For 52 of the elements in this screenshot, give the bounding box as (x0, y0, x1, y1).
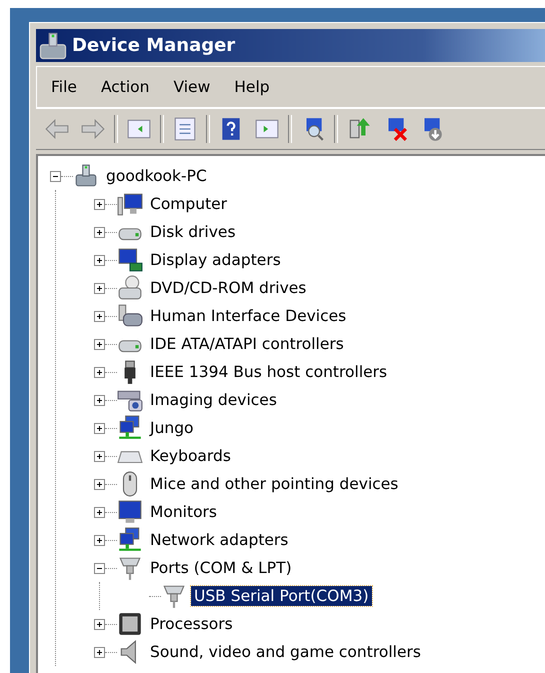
tree-item[interactable]: Processors (147, 614, 236, 634)
tree-item[interactable]: USB Serial Port(COM3) (191, 586, 372, 606)
expand-toggle[interactable] (94, 310, 105, 322)
expand-toggle[interactable] (94, 450, 105, 462)
expand-toggle[interactable] (94, 394, 105, 406)
window-title: Device Manager (72, 35, 236, 56)
expand-toggle[interactable] (94, 618, 105, 630)
expand-toggle[interactable] (94, 338, 105, 350)
network-icon (117, 415, 143, 441)
serial-port-icon (161, 583, 187, 609)
network-icon (117, 527, 143, 553)
tree-item[interactable]: Computer (147, 194, 230, 214)
expand-toggle[interactable] (94, 282, 105, 294)
expand-toggle[interactable] (94, 198, 105, 210)
tree-item[interactable]: goodkook-PC (103, 166, 210, 186)
tree-item[interactable]: Network adapters (147, 530, 292, 550)
tree-item[interactable]: Disk drives (147, 222, 239, 242)
expand-toggle[interactable] (94, 646, 105, 658)
expand-toggle[interactable] (50, 170, 61, 182)
monitor-card-icon (117, 247, 143, 273)
disc-drive-icon (117, 275, 143, 301)
expand-toggle[interactable] (94, 422, 105, 434)
menu-item[interactable]: Action (90, 74, 160, 100)
monitor-icon (117, 499, 143, 525)
tree-item[interactable]: DVD/CD-ROM drives (147, 278, 310, 298)
expand-toggle[interactable] (94, 254, 105, 266)
chip-icon (117, 611, 143, 637)
serial-port-icon (117, 555, 143, 581)
tree-item[interactable]: IEEE 1394 Bus host controllers (147, 362, 390, 382)
menu-item[interactable]: Help (224, 74, 280, 100)
tree-item[interactable]: Mice and other pointing devices (147, 474, 402, 494)
tree-item[interactable]: Ports (COM & LPT) (147, 558, 295, 578)
expand-toggle[interactable] (94, 534, 105, 546)
device-manager-icon (38, 30, 68, 60)
tree-item[interactable]: Jungo (147, 418, 197, 438)
menu-item[interactable]: File (41, 74, 87, 100)
computer-icon (117, 191, 143, 217)
expand-toggle[interactable] (94, 366, 105, 378)
tree-item[interactable]: Display adapters (147, 250, 284, 270)
menu-item[interactable]: View (163, 74, 220, 100)
tree-item[interactable]: IDE ATA/ATAPI controllers (147, 334, 347, 354)
expand-toggle[interactable] (94, 506, 105, 518)
tree-item[interactable]: Human Interface Devices (147, 306, 350, 326)
tree-item[interactable]: Sound, video and game controllers (147, 642, 424, 662)
expand-toggle[interactable] (94, 478, 105, 490)
expand-toggle[interactable] (94, 562, 105, 574)
expand-toggle[interactable] (94, 226, 105, 238)
tree-item[interactable]: Imaging devices (147, 390, 280, 410)
tree-item[interactable]: Keyboards (147, 446, 234, 466)
tree-item[interactable]: Monitors (147, 502, 220, 522)
gamepad-icon (117, 303, 143, 329)
computer-case-icon (73, 163, 99, 189)
